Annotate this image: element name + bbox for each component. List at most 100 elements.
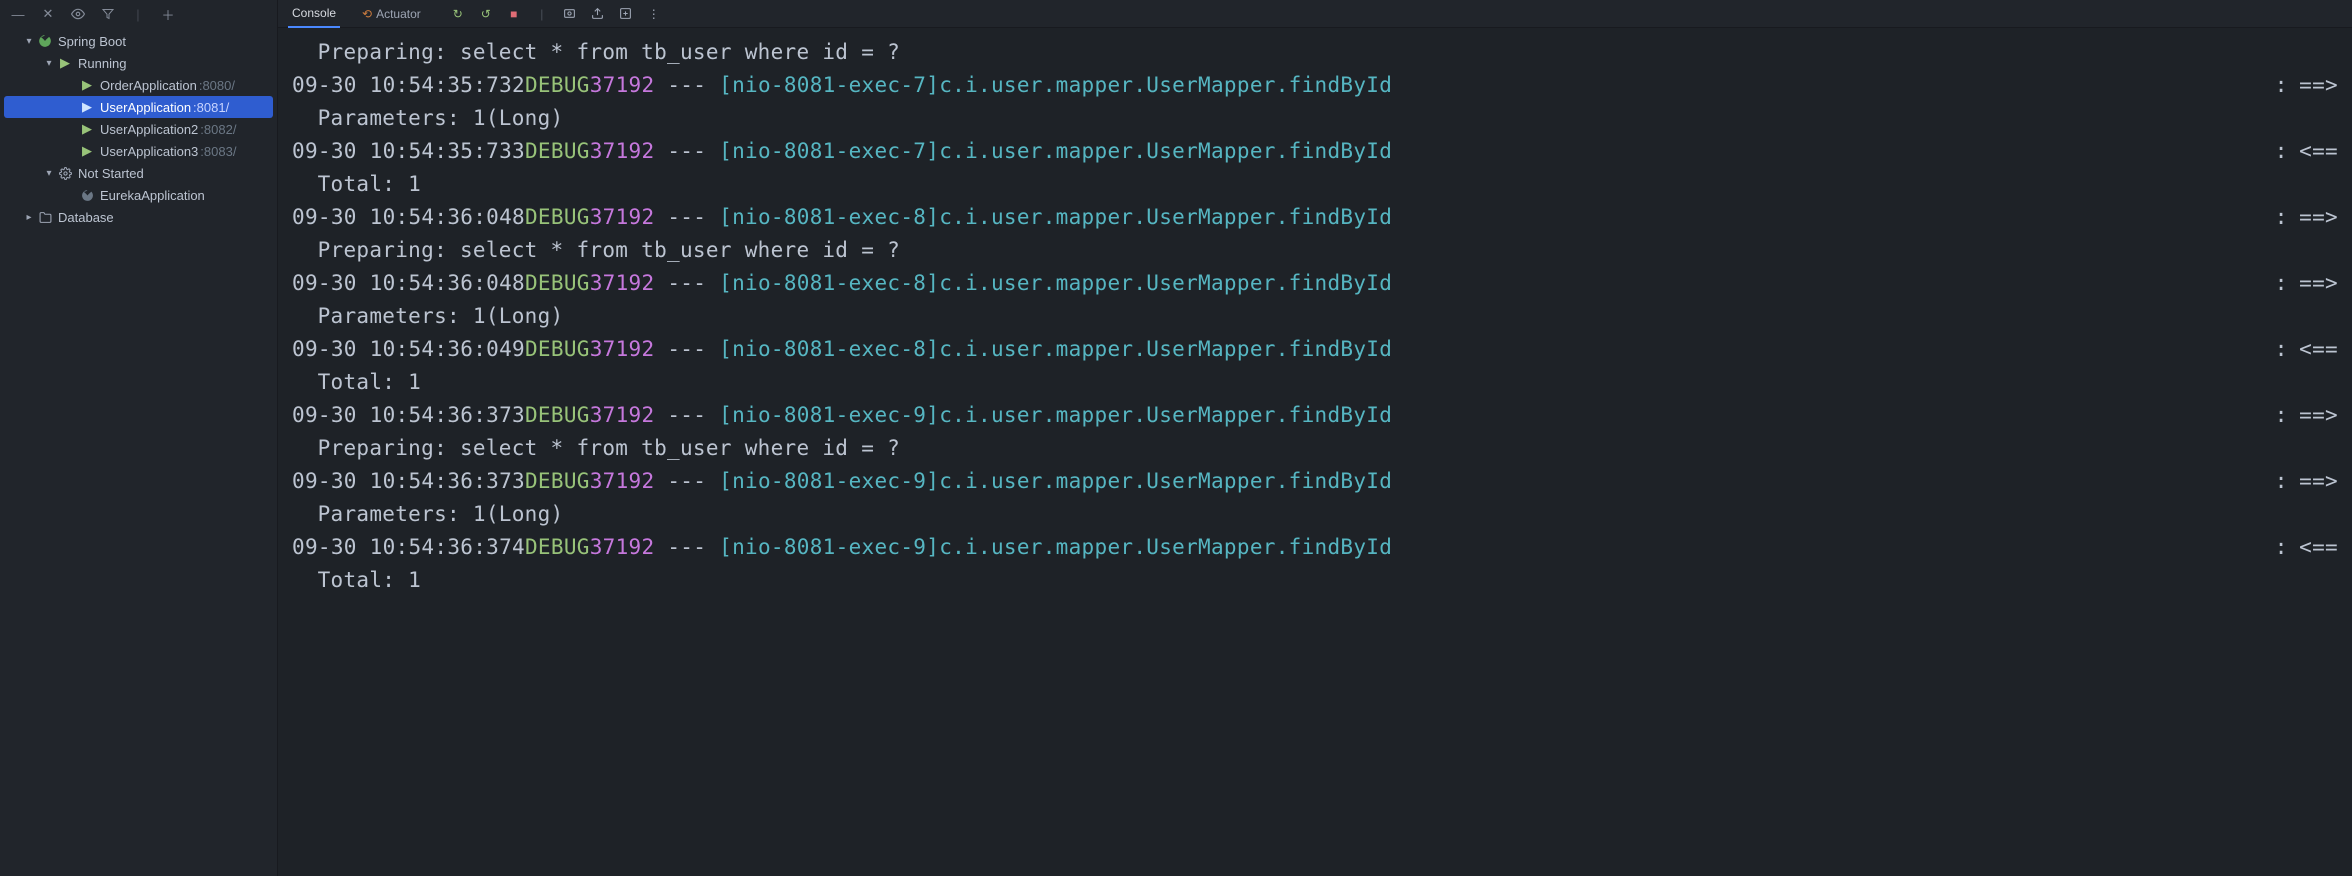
- log-logger: c.i.user.mapper.UserMapper.findById: [939, 267, 1392, 300]
- log-pid: 37192: [590, 201, 655, 234]
- log-line: 09-30 10:54:35:732 DEBUG 37192 --- [nio-…: [292, 69, 2338, 102]
- log-line: 09-30 10:54:36:373 DEBUG 37192 --- [nio-…: [292, 399, 2338, 432]
- add-icon[interactable]: ＋: [160, 6, 176, 22]
- log-timestamp: 09-30 10:54:36:374: [292, 531, 525, 564]
- filter-icon[interactable]: [100, 6, 116, 22]
- log-pid: 37192: [590, 399, 655, 432]
- log-timestamp: 09-30 10:54:36:048: [292, 201, 525, 234]
- log-continuation: Preparing: select * from tb_user where i…: [292, 432, 2338, 465]
- actuator-icon: ⟲: [362, 7, 372, 21]
- log-thread: [nio-8081-exec-7]: [719, 135, 939, 168]
- tree-app-order[interactable]: ▶ OrderApplication :8080/: [0, 74, 277, 96]
- log-level: DEBUG: [525, 399, 590, 432]
- port-label: :8080/: [199, 78, 235, 93]
- tree-spring-boot[interactable]: ▾ Spring Boot: [0, 30, 277, 52]
- rerun-icon[interactable]: ↻: [451, 7, 465, 21]
- more-icon[interactable]: ⋮: [647, 7, 661, 21]
- folder-icon: [36, 211, 54, 224]
- stop-icon[interactable]: ■: [507, 7, 521, 21]
- tree-label: Not Started: [78, 166, 144, 181]
- play-icon: ▶: [78, 143, 96, 159]
- log-logger: c.i.user.mapper.UserMapper.findById: [939, 69, 1392, 102]
- log-thread: [nio-8081-exec-8]: [719, 267, 939, 300]
- chevron-down-icon: ▾: [22, 36, 36, 47]
- rerun-failed-icon[interactable]: ↺: [479, 7, 493, 21]
- log-pid: 37192: [590, 465, 655, 498]
- export-icon[interactable]: [591, 7, 605, 21]
- settings-icon[interactable]: [619, 7, 633, 21]
- log-logger: c.i.user.mapper.UserMapper.findById: [939, 135, 1392, 168]
- log-colon: :: [2269, 69, 2294, 102]
- log-level: DEBUG: [525, 201, 590, 234]
- log-level: DEBUG: [525, 333, 590, 366]
- spring-icon: [78, 189, 96, 202]
- tree-label: EurekaApplication: [100, 188, 205, 203]
- chevron-down-icon: ▾: [42, 58, 56, 69]
- log-dash: ---: [654, 267, 719, 300]
- divider: |: [130, 6, 146, 22]
- close-panel-icon[interactable]: ✕: [40, 6, 56, 22]
- log-line: 09-30 10:54:36:048 DEBUG 37192 --- [nio-…: [292, 267, 2338, 300]
- log-arrow: ==>: [2294, 465, 2338, 498]
- log-logger: c.i.user.mapper.UserMapper.findById: [939, 531, 1392, 564]
- tree-app-eureka[interactable]: EurekaApplication: [0, 184, 277, 206]
- log-thread: [nio-8081-exec-8]: [719, 201, 939, 234]
- console-tabbar: Console ⟲ Actuator ↻ ↺ ■ | ⋮: [278, 0, 2352, 28]
- log-arrow: ==>: [2294, 267, 2338, 300]
- log-logger: c.i.user.mapper.UserMapper.findById: [939, 333, 1392, 366]
- tree-label: UserApplication2: [100, 122, 198, 137]
- log-level: DEBUG: [525, 531, 590, 564]
- tree-running[interactable]: ▾ ▶ Running: [0, 52, 277, 74]
- collapse-icon[interactable]: —: [10, 6, 26, 22]
- log-level: DEBUG: [525, 69, 590, 102]
- tree-app-user3[interactable]: ▶ UserApplication3 :8083/: [0, 140, 277, 162]
- log-pid: 37192: [590, 333, 655, 366]
- screenshot-icon[interactable]: [563, 7, 577, 21]
- log-colon: :: [2269, 135, 2294, 168]
- tree-app-user[interactable]: ▶ UserApplication :8081/: [4, 96, 273, 118]
- log-continuation: Parameters: 1(Long): [292, 300, 2338, 333]
- tree-label: Spring Boot: [58, 34, 126, 49]
- gear-icon: [56, 167, 74, 180]
- log-continuation: Total: 1: [292, 564, 2338, 597]
- log-colon: :: [2269, 333, 2294, 366]
- tab-label: Actuator: [376, 7, 421, 21]
- log-thread: [nio-8081-exec-9]: [719, 465, 939, 498]
- log-dash: ---: [654, 135, 719, 168]
- tree-label: Running: [78, 56, 126, 71]
- spring-icon: [36, 34, 54, 48]
- chevron-down-icon: ▾: [42, 168, 56, 179]
- tab-console[interactable]: Console: [288, 0, 340, 28]
- log-timestamp: 09-30 10:54:36:373: [292, 465, 525, 498]
- log-dash: ---: [654, 333, 719, 366]
- tab-actuator[interactable]: ⟲ Actuator: [358, 1, 425, 27]
- play-icon: ▶: [56, 55, 74, 71]
- log-colon: :: [2269, 399, 2294, 432]
- log-thread: [nio-8081-exec-8]: [719, 333, 939, 366]
- log-logger: c.i.user.mapper.UserMapper.findById: [939, 465, 1392, 498]
- log-line: 09-30 10:54:36:048 DEBUG 37192 --- [nio-…: [292, 201, 2338, 234]
- log-pid: 37192: [590, 69, 655, 102]
- log-arrow: <==: [2294, 135, 2338, 168]
- port-label: :8083/: [200, 144, 236, 159]
- eye-icon[interactable]: [70, 6, 86, 22]
- log-dash: ---: [654, 69, 719, 102]
- log-continuation: Parameters: 1(Long): [292, 498, 2338, 531]
- play-icon: ▶: [78, 121, 96, 137]
- sidebar-toolbar: — ✕ | ＋: [0, 0, 277, 28]
- log-line: 09-30 10:54:36:049 DEBUG 37192 --- [nio-…: [292, 333, 2338, 366]
- play-icon: ▶: [78, 99, 96, 115]
- log-pid: 37192: [590, 531, 655, 564]
- tree-database[interactable]: ▸ Database: [0, 206, 277, 228]
- log-thread: [nio-8081-exec-9]: [719, 531, 939, 564]
- tree-app-user2[interactable]: ▶ UserApplication2 :8082/: [0, 118, 277, 140]
- log-colon: :: [2269, 465, 2294, 498]
- console-actions: ↻ ↺ ■ | ⋮: [451, 7, 661, 21]
- tree-not-started[interactable]: ▾ Not Started: [0, 162, 277, 184]
- log-arrow: <==: [2294, 333, 2338, 366]
- log-line: 09-30 10:54:36:373 DEBUG 37192 --- [nio-…: [292, 465, 2338, 498]
- log-arrow: ==>: [2294, 399, 2338, 432]
- console-output[interactable]: Preparing: select * from tb_user where i…: [278, 28, 2352, 876]
- log-level: DEBUG: [525, 135, 590, 168]
- log-dash: ---: [654, 531, 719, 564]
